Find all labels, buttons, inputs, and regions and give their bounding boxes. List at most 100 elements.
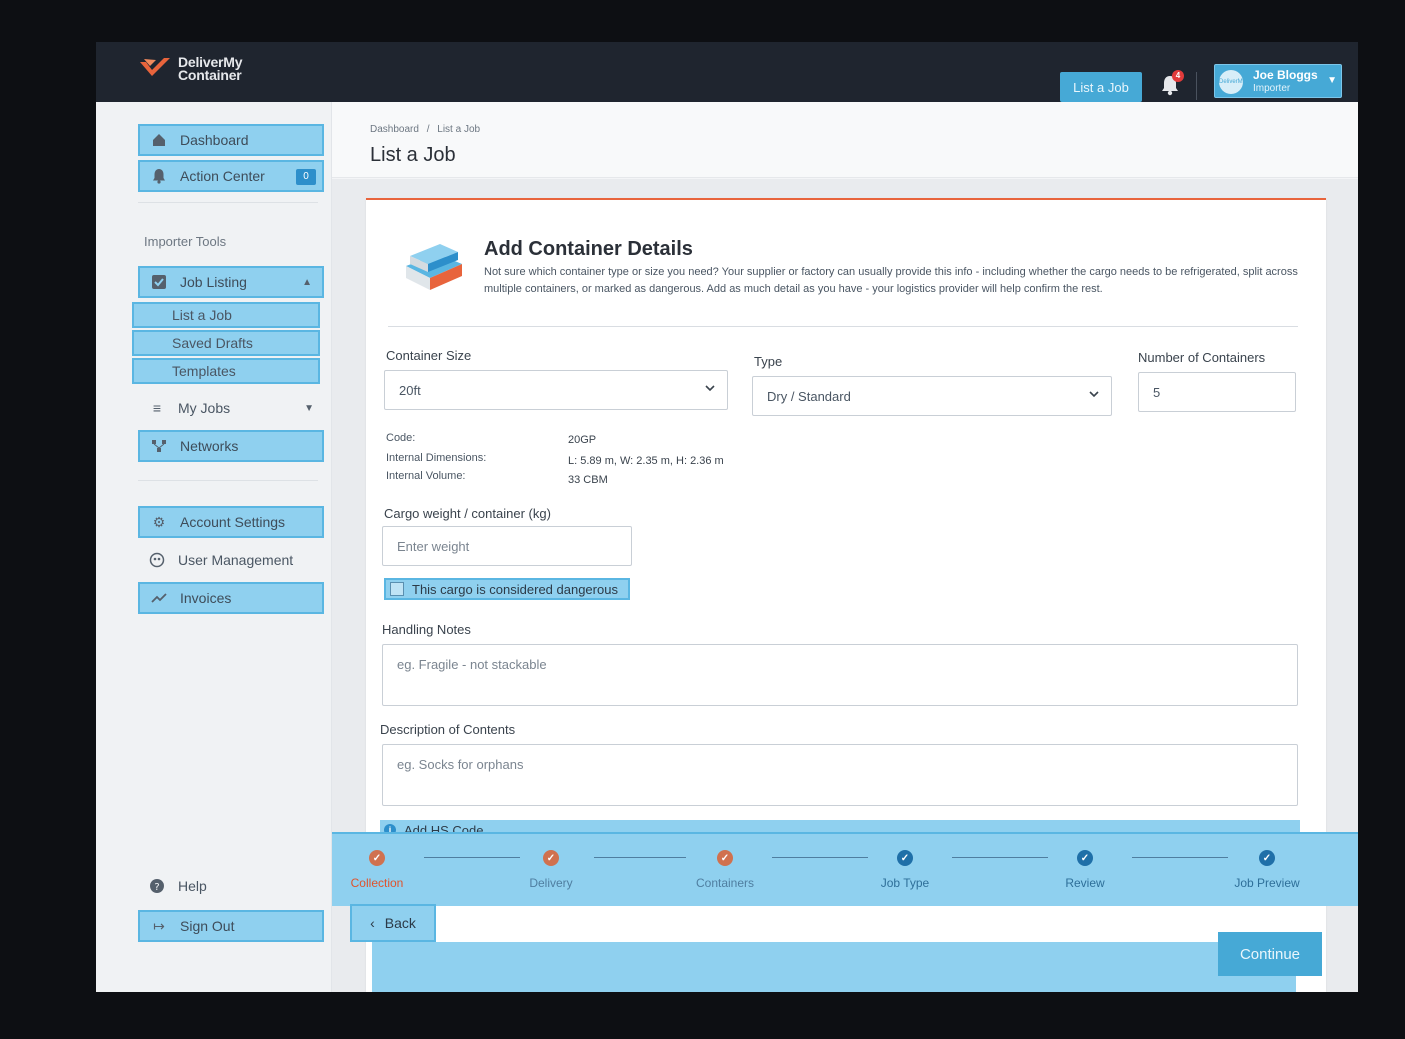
check-icon: ✓	[369, 850, 385, 866]
sidebar-divider	[138, 480, 318, 481]
step-job-preview[interactable]: ✓ Job Preview	[1212, 850, 1322, 890]
list-a-job-button[interactable]: List a Job	[1060, 72, 1142, 102]
footer-bar	[372, 942, 1296, 992]
page-title: List a Job	[370, 144, 456, 166]
step-collection[interactable]: ✓ Collection	[322, 850, 432, 890]
action-center-count-badge: 0	[296, 169, 316, 185]
breadcrumb: Dashboard / List a Job	[370, 124, 480, 135]
sidebar-subitem-label: Saved Drafts	[172, 335, 253, 351]
chevron-down-icon: ▼	[1327, 75, 1337, 86]
container-size-value: 20ft	[399, 382, 421, 398]
step-label: Delivery	[529, 876, 573, 890]
sidebar-section-title: Importer Tools	[144, 234, 227, 249]
step-delivery[interactable]: ✓ Delivery	[496, 850, 606, 890]
cargo-weight-input[interactable]	[382, 526, 632, 566]
notification-badge: 4	[1172, 70, 1184, 82]
avatar: DeliverMy	[1219, 70, 1246, 94]
checkbox-icon	[150, 273, 168, 291]
sidebar-item-label: Networks	[180, 438, 239, 454]
sidebar-subitem-label: List a Job	[172, 307, 232, 323]
card-description: Not sure which container type or size yo…	[484, 266, 1298, 295]
spec-volume-value: 33 CBM	[568, 474, 608, 486]
checkbox-icon	[390, 582, 404, 596]
cargo-weight-label: Cargo weight / container (kg)	[384, 506, 551, 521]
container-size-select[interactable]: 20ft	[384, 370, 728, 410]
sidebar-item-action-center[interactable]: Action Center 0	[138, 160, 324, 192]
sidebar-item-networks[interactable]: Networks	[138, 430, 324, 462]
sidebar-item-label: Sign Out	[180, 918, 235, 934]
home-icon	[150, 131, 168, 149]
description-of-contents-textarea[interactable]	[382, 744, 1298, 806]
chevron-down-icon	[705, 385, 715, 392]
continue-button[interactable]: Continue	[1218, 932, 1322, 976]
page-header	[332, 102, 1358, 178]
sidebar-item-label: My Jobs	[178, 400, 231, 416]
check-icon: ✓	[897, 850, 913, 866]
sidebar-item-label: Invoices	[180, 590, 232, 606]
breadcrumb-current: List a Job	[437, 124, 481, 135]
containers-icon	[406, 244, 462, 290]
step-job-type[interactable]: ✓ Job Type	[850, 850, 960, 890]
number-of-containers-input[interactable]	[1138, 372, 1296, 412]
card-divider	[388, 326, 1298, 327]
check-icon: ✓	[717, 850, 733, 866]
sidebar-item-sign-out[interactable]: ↦ Sign Out	[138, 910, 324, 942]
sidebar-item-help[interactable]: ? Help	[138, 870, 324, 902]
chevron-up-icon: ▲	[302, 276, 312, 288]
card-title: Add Container Details	[484, 238, 693, 260]
sidebar-item-my-jobs[interactable]: ≡ My Jobs ▼	[138, 392, 324, 424]
step-label: Review	[1065, 876, 1105, 890]
back-button-label: Back	[384, 915, 416, 931]
topbar-divider	[1196, 72, 1197, 100]
sidebar-item-label: Job Listing	[180, 274, 247, 290]
bell-icon	[150, 167, 168, 185]
handling-notes-label: Handling Notes	[382, 622, 471, 637]
type-label: Type	[754, 354, 783, 369]
dangerous-cargo-checkbox[interactable]: This cargo is considered dangerous	[384, 578, 630, 600]
svg-text:?: ?	[154, 882, 159, 893]
brand-name-line2: Container	[178, 67, 242, 83]
step-label: Collection	[350, 876, 404, 890]
chevron-down-icon	[1089, 391, 1099, 398]
check-icon: ✓	[1077, 850, 1093, 866]
app-window: DeliverMy Container List a Job 4 Deliver…	[96, 42, 1358, 992]
back-button[interactable]: ‹ Back	[350, 904, 436, 942]
sidebar-subitem-list-a-job[interactable]: List a Job	[132, 302, 320, 328]
step-review[interactable]: ✓ Review	[1030, 850, 1140, 890]
sidebar-subitem-templates[interactable]: Templates	[132, 358, 320, 384]
spec-code-value: 20GP	[568, 434, 597, 446]
step-containers[interactable]: ✓ Containers	[670, 850, 780, 890]
handling-notes-textarea[interactable]	[382, 644, 1298, 706]
sidebar-subitem-saved-drafts[interactable]: Saved Drafts	[132, 330, 320, 356]
check-icon: ✓	[1259, 850, 1275, 866]
sidebar-item-user-management[interactable]: User Management	[138, 544, 324, 576]
step-label: Job Type	[880, 876, 930, 890]
progress-stepper: ✓ Collection ✓ Delivery ✓ Containers ✓ J…	[332, 832, 1358, 906]
sidebar-item-invoices[interactable]: Invoices	[138, 582, 324, 614]
logo-icon	[140, 58, 170, 76]
sidebar-subitem-label: Templates	[172, 363, 236, 379]
spec-code-key: Code:	[386, 432, 416, 444]
dangerous-cargo-label: This cargo is considered dangerous	[412, 581, 618, 597]
breadcrumb-link-dashboard[interactable]: Dashboard	[370, 124, 419, 135]
sign-out-icon: ↦	[153, 917, 165, 934]
breadcrumb-separator: /	[426, 124, 430, 135]
description-of-contents-label: Description of Contents	[380, 722, 516, 737]
help-icon: ?	[148, 877, 166, 895]
step-label: Job Preview	[1234, 876, 1300, 890]
container-size-label: Container Size	[386, 348, 472, 363]
spec-dimensions-key: Internal Dimensions:	[386, 452, 487, 464]
gear-icon: ⚙	[152, 513, 166, 530]
sidebar: Dashboard Action Center 0 Importer Tools…	[96, 102, 332, 992]
brand-logo[interactable]: DeliverMy Container	[138, 55, 243, 83]
sidebar-item-account-settings[interactable]: ⚙ Account Settings	[138, 506, 324, 538]
type-value: Dry / Standard	[767, 388, 851, 404]
chevron-down-icon: ▼	[304, 402, 314, 414]
sidebar-item-label: Help	[178, 878, 207, 894]
sidebar-item-label: Account Settings	[180, 514, 286, 530]
sidebar-item-dashboard[interactable]: Dashboard	[138, 124, 324, 156]
list-icon: ≡	[152, 400, 162, 416]
user-menu[interactable]: DeliverMy Joe Bloggs Importer ▼	[1214, 64, 1342, 98]
type-select[interactable]: Dry / Standard	[752, 376, 1112, 416]
sidebar-item-job-listing[interactable]: Job Listing ▲	[138, 266, 324, 298]
